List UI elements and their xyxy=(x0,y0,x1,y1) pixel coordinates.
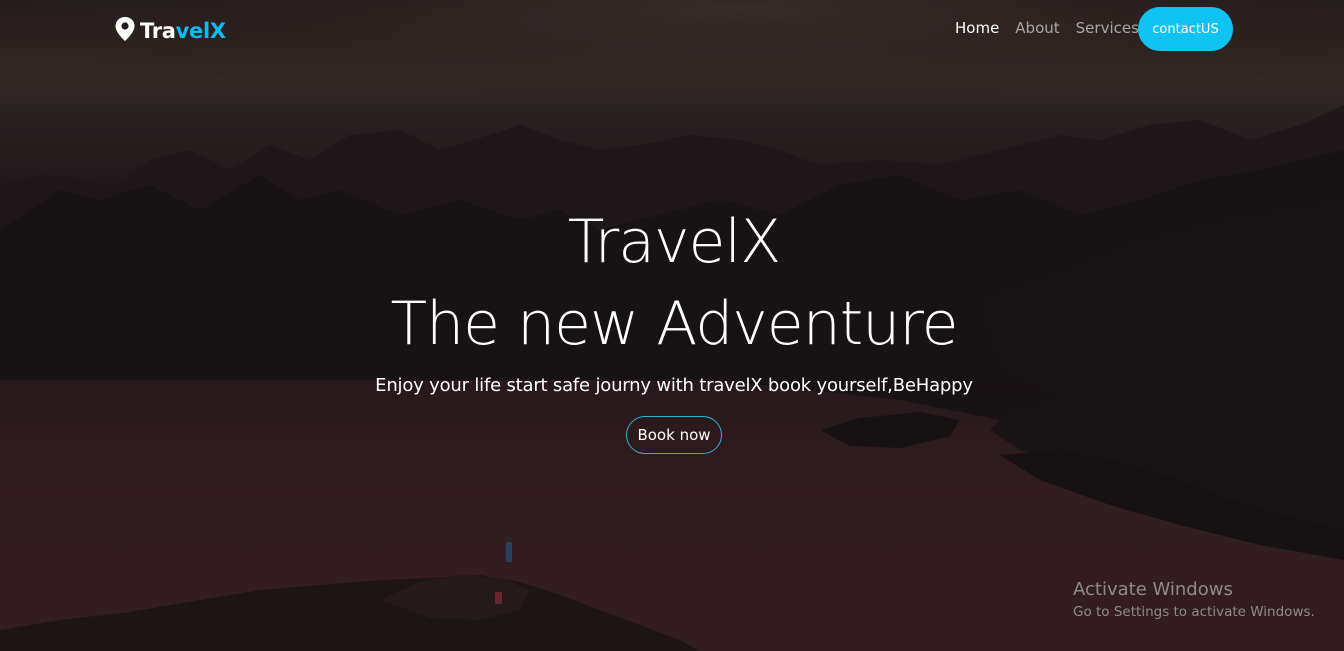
brand-name-part1: Tra xyxy=(140,19,176,43)
book-now-button[interactable]: Book now xyxy=(626,416,722,454)
hero-content: TravelX The new Adventure Enjoy your lif… xyxy=(0,204,1344,454)
nav-links: Home About Services xyxy=(955,18,1155,38)
nav-link-about[interactable]: About xyxy=(1015,18,1059,38)
hero-subtitle: Enjoy your life start safe journy with t… xyxy=(375,375,973,396)
nav-link-home[interactable]: Home xyxy=(955,18,999,38)
brand-name-part2: velX xyxy=(175,19,226,43)
hero-section: TravelX Home About Services contactUS Tr… xyxy=(0,0,1344,651)
nav-link-services[interactable]: Services xyxy=(1076,18,1139,38)
brand-name: TravelX xyxy=(140,17,226,45)
activate-windows-watermark: Activate Windows Go to Settings to activ… xyxy=(1073,579,1315,622)
hero-tagline: The new Adventure xyxy=(390,289,958,359)
navbar: TravelX Home About Services contactUS xyxy=(0,0,1344,60)
watermark-title: Activate Windows xyxy=(1073,579,1233,600)
brand-logo[interactable]: TravelX xyxy=(114,16,226,46)
contact-us-button[interactable]: contactUS xyxy=(1138,7,1233,51)
hero-title: TravelX xyxy=(567,207,781,277)
map-pin-icon xyxy=(114,16,136,46)
watermark-subtitle: Go to Settings to activate Windows. xyxy=(1073,604,1315,620)
